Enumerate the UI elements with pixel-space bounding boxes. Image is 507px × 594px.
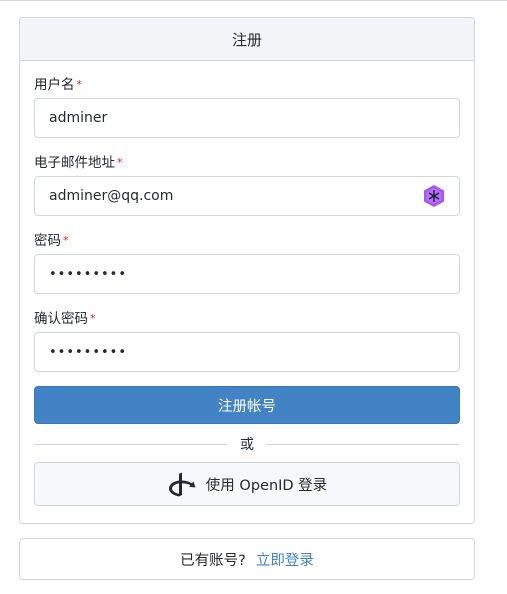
page-title: 注册 [231, 30, 262, 49]
required-mark: * [90, 312, 96, 325]
openid-icon [167, 471, 197, 497]
email-input[interactable] [34, 176, 460, 216]
required-mark: * [117, 156, 123, 169]
password-input[interactable] [34, 254, 460, 294]
confirm-password-input[interactable] [34, 332, 460, 372]
login-link[interactable]: 立即登录 [256, 549, 314, 570]
email-label: 电子邮件地址 * [34, 155, 123, 171]
username-group: 用户名 * [34, 76, 460, 138]
username-input[interactable] [34, 98, 460, 138]
login-prompt-text: 已有账号? [180, 552, 246, 569]
top-rule [0, 0, 507, 1]
register-button[interactable]: 注册帐号 [34, 386, 460, 424]
confirm-password-label: 确认密码 * [34, 311, 96, 327]
password-manager-icon[interactable] [422, 184, 446, 208]
username-label: 用户名 * [34, 77, 83, 93]
required-mark: * [76, 78, 83, 91]
register-card: 注册 用户名* 电子邮件地址* 密码* [19, 17, 475, 524]
openid-login-button[interactable]: 使用 OpenID 登录 [34, 462, 460, 506]
email-group: 电子邮件地址 * [34, 154, 460, 216]
login-prompt-card: 已有账号? 立即登录 [19, 538, 475, 580]
confirm-password-group: 确认密码 * [34, 310, 460, 372]
card-header: 注册 [20, 18, 474, 61]
required-mark: * [63, 234, 69, 247]
password-label: 密码 * [34, 233, 69, 249]
or-divider: 或 [34, 434, 460, 454]
password-group: 密码 * [34, 232, 460, 294]
